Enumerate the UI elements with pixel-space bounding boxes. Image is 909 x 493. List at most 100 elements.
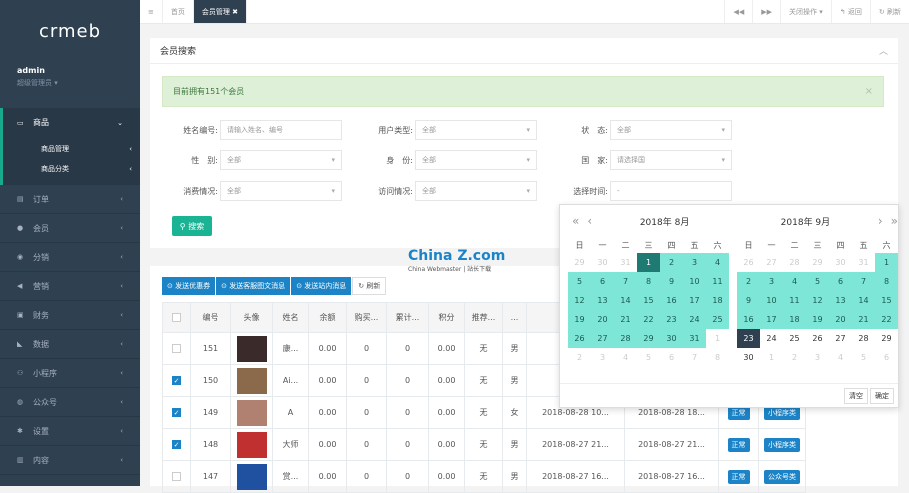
calendar-day[interactable]: 23 xyxy=(737,329,760,348)
calendar-day[interactable]: 8 xyxy=(637,272,660,291)
calendar-day[interactable]: 25 xyxy=(783,329,806,348)
calendar-day[interactable]: 31 xyxy=(683,329,706,348)
sidebar-item-7[interactable]: ⚇ 小程序 ‹ xyxy=(0,359,140,388)
field-select[interactable]: 全部 ▾ xyxy=(415,181,537,201)
calendar-day[interactable]: 23 xyxy=(660,310,683,329)
sidebar-item-10[interactable]: ▥ 内容 ‹ xyxy=(0,446,140,475)
calendar-day[interactable]: 6 xyxy=(829,272,852,291)
prev-year-icon[interactable]: « xyxy=(568,214,583,228)
calendar-day[interactable]: 24 xyxy=(760,329,783,348)
calendar-day[interactable]: 15 xyxy=(875,291,898,310)
sidebar-item-4[interactable]: ◀ 营销 ‹ xyxy=(0,272,140,301)
search-button[interactable]: ⚲ 搜索 xyxy=(172,216,212,236)
calendar-day[interactable]: 11 xyxy=(706,272,729,291)
user-info[interactable]: admin 超级管理员 ▾ xyxy=(0,62,140,108)
refresh-list-button[interactable]: ↻ 刷新 xyxy=(352,277,387,295)
confirm-button[interactable]: 确定 xyxy=(870,387,894,404)
column-header-4[interactable]: 余额 xyxy=(308,302,347,333)
calendar-day[interactable]: 16 xyxy=(737,310,760,329)
calendar-day[interactable]: 12 xyxy=(568,291,591,310)
calendar-day[interactable]: 8 xyxy=(706,348,729,367)
field-select[interactable]: 全部 ▾ xyxy=(610,120,732,140)
calendar-day[interactable]: 29 xyxy=(568,253,591,272)
calendar-day[interactable]: 1 xyxy=(637,253,660,272)
calendar-day[interactable]: 26 xyxy=(737,253,760,272)
calendar-day[interactable]: 5 xyxy=(806,272,829,291)
field-select[interactable]: 全部 ▾ xyxy=(415,150,537,170)
calendar-day[interactable]: 22 xyxy=(875,310,898,329)
calendar-day[interactable]: 16 xyxy=(660,291,683,310)
status-toggle[interactable]: 正常 xyxy=(727,437,750,452)
calendar-day[interactable]: 26 xyxy=(806,329,829,348)
column-header-1[interactable]: 编号 xyxy=(190,302,231,333)
tab-home[interactable]: 首页 xyxy=(163,0,194,23)
menu-toggle-icon[interactable]: ≡ xyxy=(140,0,163,23)
calendar-day[interactable]: 10 xyxy=(760,291,783,310)
send-coupon-button[interactable]: ⊙ 发送优惠券 xyxy=(162,277,216,295)
column-header-2[interactable]: 头像 xyxy=(230,302,273,333)
calendar-day[interactable]: 17 xyxy=(683,291,706,310)
row-select-cell[interactable] xyxy=(162,332,191,365)
column-header-6[interactable]: 累计... xyxy=(386,302,429,333)
calendar-day[interactable]: 31 xyxy=(614,253,637,272)
calendar-day[interactable]: 2 xyxy=(568,348,591,367)
column-header-7[interactable]: 积分 xyxy=(428,302,465,333)
sidebar-item-3[interactable]: ◉ 分销 ‹ xyxy=(0,243,140,272)
calendar-day[interactable]: 8 xyxy=(875,272,898,291)
prev-tab-icon[interactable]: ◀◀ xyxy=(724,0,752,23)
close-tab-icon[interactable]: ✖ xyxy=(232,8,238,16)
row-checkbox[interactable] xyxy=(172,344,181,353)
calendar-day[interactable]: 13 xyxy=(591,291,614,310)
close-operations-button[interactable]: 关闭操作 ▾ xyxy=(780,0,831,23)
calendar-day[interactable]: 30 xyxy=(737,348,760,367)
calendar-day[interactable]: 3 xyxy=(591,348,614,367)
calendar-day[interactable]: 25 xyxy=(706,310,729,329)
calendar-day[interactable]: 28 xyxy=(783,253,806,272)
calendar-day[interactable]: 4 xyxy=(706,253,729,272)
submenu-item-0[interactable]: 商品管理 ‹ xyxy=(3,139,140,159)
calendar-day[interactable]: 31 xyxy=(852,253,875,272)
calendar-day[interactable]: 6 xyxy=(875,348,898,367)
row-checkbox[interactable]: ✓ xyxy=(172,440,181,449)
sidebar-item-9[interactable]: ✱ 设置 ‹ xyxy=(0,417,140,446)
calendar-day[interactable]: 4 xyxy=(614,348,637,367)
field-input[interactable]: - xyxy=(610,181,732,201)
column-header-3[interactable]: 姓名 xyxy=(272,302,309,333)
calendar-day[interactable]: 30 xyxy=(829,253,852,272)
calendar-day[interactable]: 28 xyxy=(614,329,637,348)
row-select-cell[interactable]: ✓ xyxy=(162,396,191,429)
calendar-day[interactable]: 12 xyxy=(806,291,829,310)
user-role[interactable]: 超级管理员 ▾ xyxy=(17,78,123,88)
back-button[interactable]: ↰ 返回 xyxy=(830,0,870,23)
calendar-day[interactable]: 27 xyxy=(829,329,852,348)
sidebar-item-5[interactable]: ▣ 财务 ‹ xyxy=(0,301,140,330)
calendar-day[interactable]: 6 xyxy=(591,272,614,291)
next-month-icon[interactable]: › xyxy=(874,214,887,228)
calendar-day[interactable]: 2 xyxy=(783,348,806,367)
calendar-day[interactable]: 5 xyxy=(637,348,660,367)
calendar-day[interactable]: 20 xyxy=(591,310,614,329)
collapse-icon[interactable]: ︿ xyxy=(879,44,888,57)
row-checkbox[interactable]: ✓ xyxy=(172,376,181,385)
sidebar-item-8[interactable]: ◍ 公众号 ‹ xyxy=(0,388,140,417)
calendar-day[interactable]: 2 xyxy=(737,272,760,291)
next-year-icon[interactable]: » xyxy=(887,214,902,228)
send-message-button[interactable]: ⊙ 发送站内消息 xyxy=(291,277,352,295)
calendar-day[interactable]: 3 xyxy=(806,348,829,367)
row-select-cell[interactable]: ✓ xyxy=(162,364,191,397)
select-all-checkbox[interactable] xyxy=(172,313,181,322)
calendar-day[interactable]: 7 xyxy=(683,348,706,367)
status-toggle[interactable]: 正常 xyxy=(727,469,750,484)
calendar-day[interactable]: 6 xyxy=(660,348,683,367)
calendar-day[interactable]: 18 xyxy=(783,310,806,329)
calendar-day[interactable]: 1 xyxy=(875,253,898,272)
calendar-day[interactable]: 27 xyxy=(591,329,614,348)
calendar-day[interactable]: 14 xyxy=(852,291,875,310)
calendar-day[interactable]: 3 xyxy=(683,253,706,272)
calendar-day[interactable]: 1 xyxy=(706,329,729,348)
calendar-day[interactable]: 2 xyxy=(660,253,683,272)
column-header-9[interactable]: ... xyxy=(502,302,527,333)
field-input[interactable]: 请输入姓名、编号 xyxy=(220,120,342,140)
row-select-cell[interactable] xyxy=(162,460,191,493)
clear-button[interactable]: 清空 xyxy=(844,387,868,404)
